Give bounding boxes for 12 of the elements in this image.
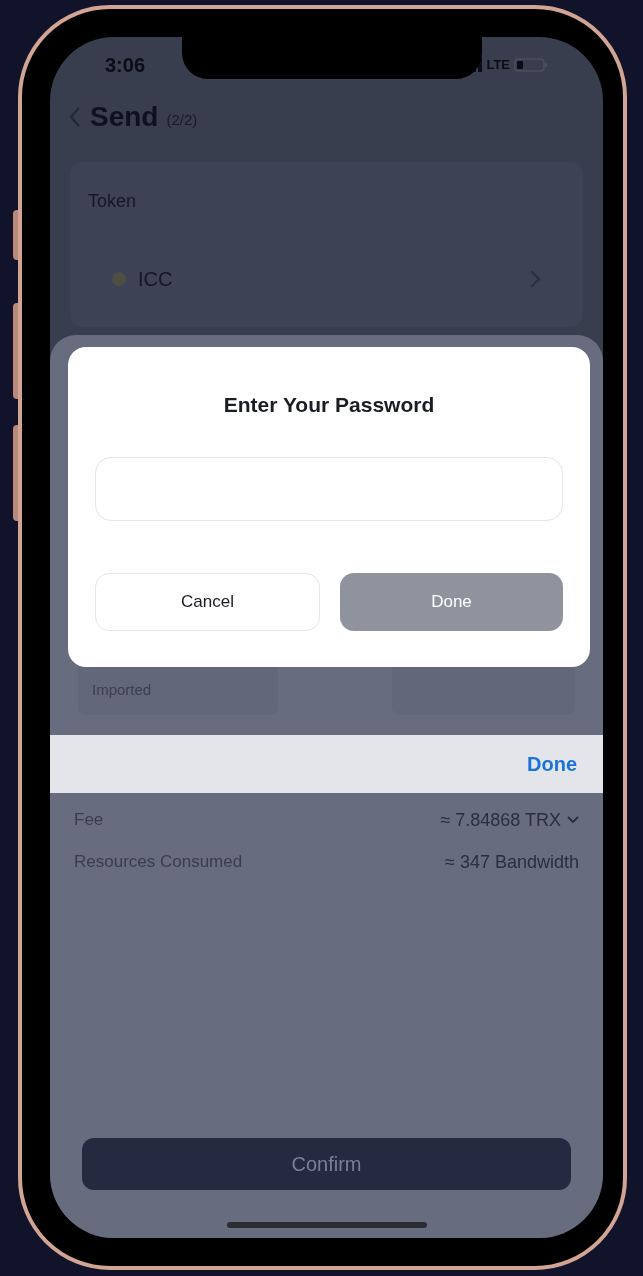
password-field[interactable] [95, 456, 563, 521]
status-time: 3:06 [105, 52, 146, 78]
detail-value: ≈ 7.84868 TRX [440, 808, 561, 832]
detail-value: ≈ 347 Bandwidth [445, 850, 579, 874]
cancel-button[interactable]: Cancel [95, 572, 320, 631]
confirm-button[interactable]: Confirm [82, 1138, 571, 1190]
dialog-title: Enter Your Password [223, 392, 435, 418]
done-button[interactable]: Done [340, 572, 563, 631]
network-label: LTE [486, 55, 510, 74]
done-button[interactable]: Done [527, 749, 577, 779]
chevron-down-icon[interactable] [567, 816, 579, 824]
battery-icon [514, 57, 548, 72]
